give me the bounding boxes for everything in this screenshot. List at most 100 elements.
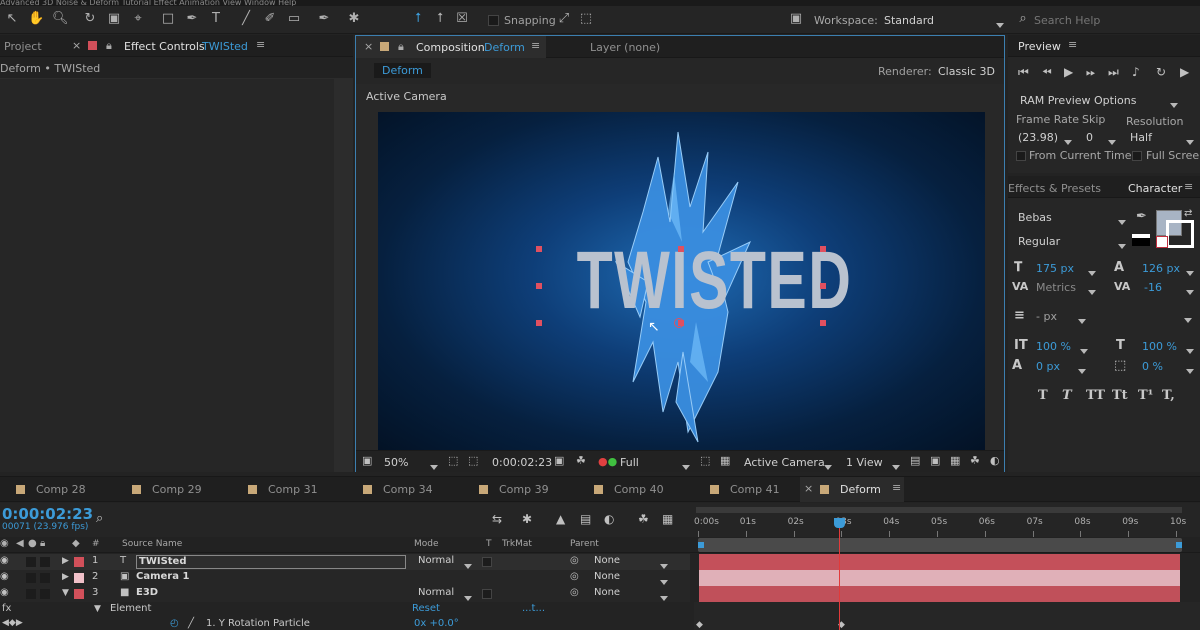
snap-grid-icon[interactable]: ⬚ [578,11,594,27]
chevron-down-icon[interactable] [1078,364,1086,377]
zoom-value[interactable]: 50% [384,456,408,469]
eye-icon[interactable]: ◉ [0,571,9,582]
layer-row[interactable]: ◉ ▶ 2 ▣ Camera 1 ◎ None [0,570,690,586]
local-axis-icon[interactable]: ⭡ [410,11,426,27]
layer-name[interactable]: TWISted [136,555,406,569]
timeline-timecode[interactable]: 0:00:02:23 [2,505,93,523]
faux-italic-button[interactable]: T [1062,388,1072,403]
chevron-down-icon[interactable] [1088,285,1096,298]
camera-tool-icon[interactable]: ▣ [106,11,122,27]
target-region-icon[interactable]: ⬚ [700,454,710,467]
eye-icon[interactable]: ◉ [0,587,9,598]
tab-character[interactable]: Character [1128,182,1182,195]
close-icon[interactable]: × [364,40,373,53]
tab-composition[interactable]: × 🔒︎ Composition Deform ≡ [356,36,546,58]
comp-tab[interactable]: Comp 40 [594,477,694,502]
small-caps-button[interactable]: Tt [1112,388,1128,403]
layer-label-swatch[interactable] [74,573,84,583]
chevron-down-icon[interactable] [1186,344,1194,357]
font-family-dropdown[interactable]: Bebas [1014,208,1128,226]
chevron-down-icon[interactable] [1186,364,1194,377]
frame-blending-icon[interactable]: ▤ [580,512,591,526]
comp-tab[interactable]: × Deform ≡ [800,477,904,502]
transform-handle[interactable] [820,320,826,326]
transform-handle[interactable] [678,246,684,252]
draft-3d-icon[interactable]: ✱ [522,512,532,526]
expand-arrow-icon[interactable]: ▼ [62,588,69,598]
snapping-checkbox[interactable] [488,15,499,26]
comp-tab[interactable]: Comp 39 [479,477,579,502]
chevron-down-icon[interactable] [1080,344,1088,357]
loop-icon[interactable]: ↻ [1156,65,1166,79]
kerning-value[interactable]: Metrics [1036,281,1076,294]
chevron-down-icon[interactable] [1108,135,1116,148]
playhead-handle[interactable] [834,518,846,528]
comp-tab[interactable]: Comp 29 [132,477,232,502]
comp-tab[interactable]: Comp 34 [363,477,463,502]
reset-link[interactable]: Reset [412,603,440,614]
chevron-down-icon[interactable] [430,460,438,473]
renderer-value[interactable]: Classic 3D [938,65,995,78]
lock-toggle[interactable] [40,573,50,583]
rotate-tool-icon[interactable]: ↻ [82,11,98,27]
brush-tool-icon[interactable]: ╱ [238,11,254,27]
parent-value[interactable]: None [594,571,620,582]
always-preview-icon[interactable]: ▣ [362,454,372,467]
navigator-start-handle[interactable] [698,542,704,548]
expand-arrow-icon[interactable]: ▶ [62,556,69,566]
transform-handle[interactable] [536,320,542,326]
panel-menu-icon[interactable]: ≡ [892,481,901,494]
last-frame-icon[interactable]: ⏭︎ [1108,65,1119,80]
pan-behind-tool-icon[interactable]: ⌖ [130,11,146,27]
subscript-button[interactable]: T, [1162,388,1175,403]
comp-tab[interactable]: Comp 41 [710,477,810,502]
chevron-down-icon[interactable] [1064,135,1072,148]
default-colors-icon[interactable] [1132,234,1150,246]
chevron-down-icon[interactable] [1186,135,1194,148]
font-style-dropdown[interactable]: Regular [1014,232,1128,250]
zoom-tool-icon[interactable]: 🔍︎ [52,11,69,27]
parent-value[interactable]: None [594,587,620,598]
vertical-scale-value[interactable]: 100 % [1036,340,1071,353]
layer-duration-bar[interactable] [699,586,1180,602]
ram-preview-icon[interactable]: ▶ [1180,65,1189,79]
transform-handle[interactable] [536,246,542,252]
resolution-value[interactable]: Full [620,456,639,469]
leading-value[interactable]: 126 px [1142,262,1180,275]
expand-arrow-icon[interactable]: ▼ [94,604,101,614]
solo-toggle[interactable] [26,573,36,583]
view-axis-icon[interactable]: ☒ [454,11,470,27]
tab-layer[interactable]: Layer (none) [590,41,660,54]
all-caps-button[interactable]: TT [1086,388,1105,403]
solo-toggle[interactable] [26,589,36,599]
layer-label-swatch[interactable] [74,589,84,599]
search-help-input[interactable] [1034,12,1194,28]
layer-duration-bar[interactable] [699,554,1180,570]
from-current-time-checkbox[interactable] [1016,151,1026,161]
audio-icon[interactable]: ♪ [1132,65,1140,79]
play-icon[interactable]: ▶ [1064,65,1073,79]
hand-tool-icon[interactable]: ✋ [28,11,44,27]
lock-icon[interactable]: 🔒︎ [106,39,112,53]
stopwatch-icon[interactable]: ◴ [170,618,179,629]
comp-tab[interactable]: Comp 31 [248,477,348,502]
timeline-icon[interactable]: ▦ [950,454,960,467]
roto-brush-tool-icon[interactable]: ✒ [316,11,332,27]
type-tool-icon[interactable]: T [208,11,224,27]
tab-project[interactable]: Project [4,40,42,53]
font-size-value[interactable]: 175 px [1036,262,1074,275]
transform-handle[interactable] [820,246,826,252]
exposure-icon[interactable]: ◐ [990,454,1000,467]
close-icon[interactable]: × [72,39,81,52]
pen-tool-icon[interactable]: ✒ [184,11,200,27]
chevron-down-icon[interactable] [892,460,900,473]
time-ruler[interactable]: 0:00s01s02s03s04s05s06s07s08s09s10s [694,507,1186,537]
close-icon[interactable]: × [804,482,813,495]
blend-mode-value[interactable]: Normal [418,587,454,598]
flowchart-icon[interactable]: ☘ [970,454,980,467]
anchor-point-icon[interactable] [674,318,684,328]
world-axis-icon[interactable]: ⭡ [432,11,448,27]
color-channel-icon[interactable]: ●● [598,455,617,468]
parent-value[interactable]: None [594,555,620,566]
previous-frame-icon[interactable]: ⏪︎ [1042,65,1052,80]
